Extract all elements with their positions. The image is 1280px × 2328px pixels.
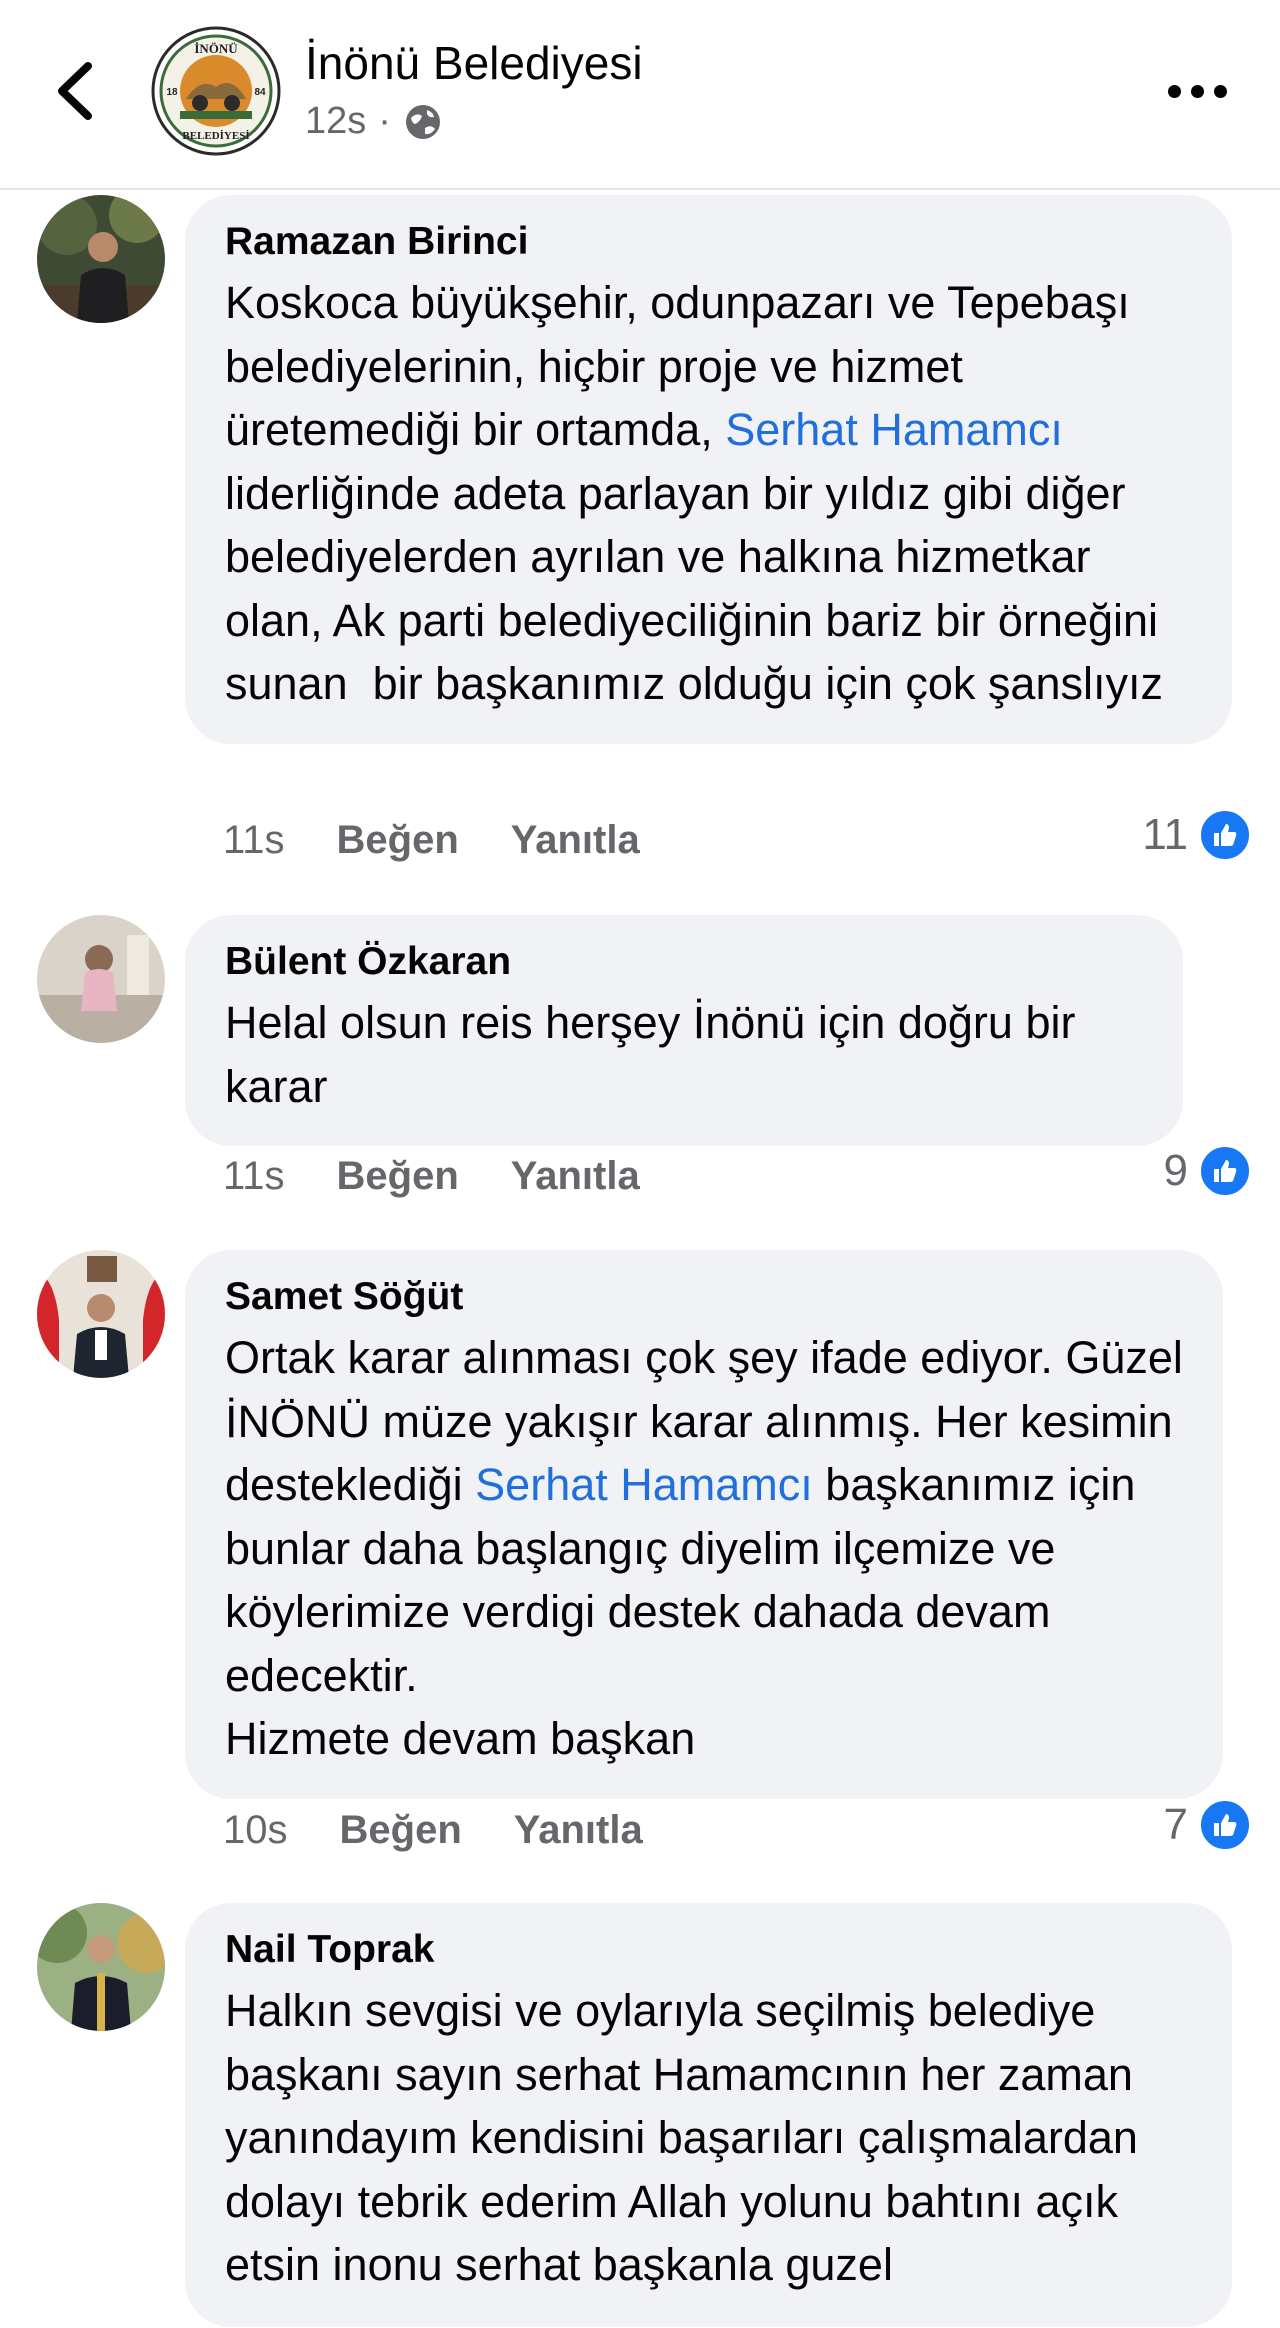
- comment-text-part: Halkın sevgisi ve oylarıyla seçilmiş bel…: [225, 1985, 1151, 2290]
- meta-separator: ·: [378, 100, 391, 142]
- comment-bubble: Samet Söğüt Ortak karar alınması çok şey…: [185, 1250, 1223, 1799]
- comment-time[interactable]: 11s: [223, 1154, 285, 1199]
- reaction-number: 7: [1163, 1800, 1188, 1849]
- more-dot: [1191, 84, 1204, 98]
- like-icon: [1198, 808, 1252, 862]
- reply-button[interactable]: Yanıtla: [511, 1154, 640, 1199]
- comment-author[interactable]: Samet Söğüt: [225, 1274, 1183, 1320]
- post-time[interactable]: 12s: [305, 100, 366, 143]
- comment-text: Halkın sevgisi ve oylarıyla seçilmiş bel…: [225, 1979, 1192, 2297]
- comment-text: Helal olsun reis herşey İnönü için doğru…: [225, 991, 1143, 1118]
- like-icon: [1198, 1144, 1252, 1198]
- comment-time[interactable]: 10s: [223, 1808, 288, 1853]
- like-button[interactable]: Beğen: [340, 1808, 462, 1853]
- comment-text: Koskoca büyükşehir, odunpazarı ve Tepeba…: [225, 271, 1192, 716]
- reaction-number: 9: [1163, 1146, 1188, 1195]
- more-dots-icon: [1168, 84, 1181, 98]
- like-icon: [1198, 1798, 1252, 1852]
- comment-bubble: Nail Toprak Halkın sevgisi ve oylarıyla …: [185, 1903, 1232, 2327]
- reaction-number: 11: [1142, 810, 1188, 859]
- logo-text-bottom: BELEDİYESİ: [182, 130, 249, 142]
- mention-link[interactable]: Serhat Hamamcı: [475, 1459, 813, 1510]
- globe-icon: [405, 104, 440, 139]
- logo-text-top: İNÖNÜ: [194, 41, 238, 56]
- comment-actions: 11s Beğen Yanıtla: [223, 1154, 640, 1199]
- post-header: İNÖNÜ BELEDİYESİ 18 84 İnönü Belediyesi …: [0, 0, 1280, 190]
- more-dot: [1214, 84, 1227, 98]
- like-button[interactable]: Beğen: [337, 818, 459, 863]
- reply-button[interactable]: Yanıtla: [514, 1808, 643, 1853]
- like-button[interactable]: Beğen: [337, 1154, 459, 1199]
- avatar[interactable]: [37, 1250, 165, 1378]
- comment-actions: 10s Beğen Yanıtla: [223, 1808, 643, 1853]
- post-meta: 12s ·: [305, 100, 443, 143]
- comment-author[interactable]: Bülent Özkaran: [225, 939, 1143, 985]
- comment-bubble: Bülent Özkaran Helal olsun reis herşey İ…: [185, 915, 1183, 1146]
- comment-author[interactable]: Nail Toprak: [225, 1927, 1192, 1973]
- avatar[interactable]: [37, 195, 165, 323]
- avatar[interactable]: [37, 1903, 165, 2031]
- more-options-button[interactable]: [1168, 76, 1232, 106]
- comment-text-part: Helal olsun reis herşey İnönü için doğru…: [225, 997, 1088, 1112]
- back-button[interactable]: [50, 58, 100, 124]
- avatar[interactable]: [37, 915, 165, 1043]
- page-name[interactable]: İnönü Belediyesi: [305, 36, 643, 90]
- comment-bubble: Ramazan Birinci Koskoca büyükşehir, odun…: [185, 195, 1232, 744]
- reply-button[interactable]: Yanıtla: [511, 818, 640, 863]
- comment-actions: 11s Beğen Yanıtla: [223, 818, 640, 863]
- comment-text: Ortak karar alınması çok şey ifade ediyo…: [225, 1326, 1183, 1771]
- comment-time[interactable]: 11s: [223, 818, 285, 863]
- reaction-count[interactable]: 11: [1142, 808, 1252, 862]
- comment-author[interactable]: Ramazan Birinci: [225, 219, 1192, 265]
- reaction-count[interactable]: 9: [1164, 1144, 1252, 1198]
- logo-year-right: 84: [254, 87, 266, 98]
- page-logo[interactable]: İNÖNÜ BELEDİYESİ 18 84: [150, 25, 282, 157]
- chevron-left-icon: [58, 62, 92, 120]
- logo-year-left: 18: [166, 87, 178, 98]
- reaction-count[interactable]: 7: [1164, 1798, 1252, 1852]
- mention-link[interactable]: Serhat Hamamcı: [725, 404, 1063, 455]
